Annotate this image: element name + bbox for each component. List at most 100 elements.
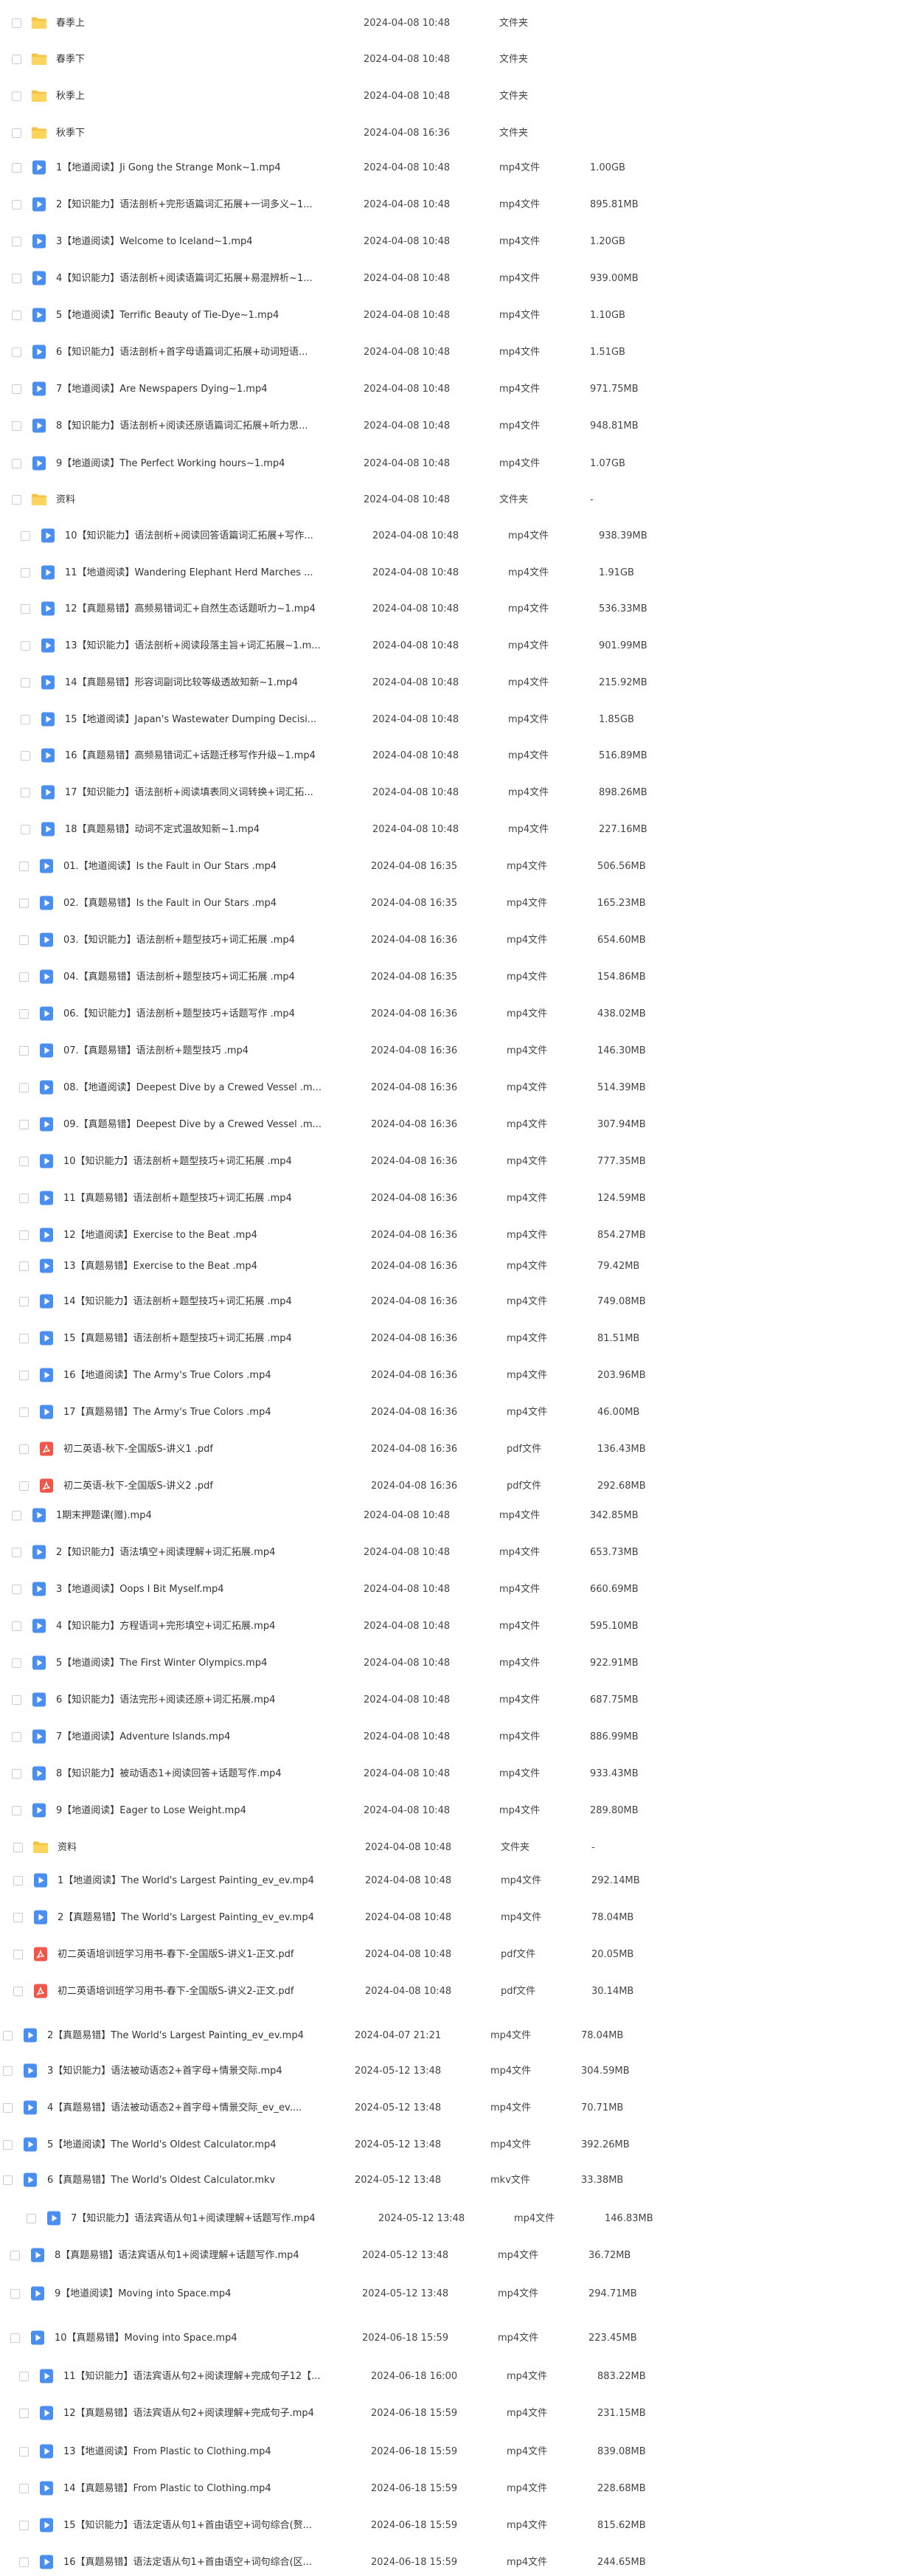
file-row[interactable]: 7【地道阅读】Adventure Islands.mp4 2024-04-08 1… <box>0 1726 924 1748</box>
row-checkbox[interactable] <box>12 459 21 468</box>
file-name[interactable]: 10【知识能力】语法剖析+阅读回答语篇词汇拓展+写作... <box>65 530 313 542</box>
row-checkbox[interactable] <box>3 2031 13 2040</box>
row-checkbox[interactable] <box>21 604 30 614</box>
file-name[interactable]: 初二英语-秋下-全国版S-讲义1 .pdf <box>63 1444 213 1455</box>
file-row[interactable]: 9【地道阅读】Eager to Lose Weight.mp4 2024-04-0… <box>0 1800 924 1822</box>
file-row[interactable]: 14【知识能力】语法剖析+题型技巧+词汇拓展 .mp4 2024-04-08 16… <box>0 1291 924 1313</box>
file-row[interactable]: 14【真题易错】形容词副词比较等级透故知新~1.mp4 2024-04-08 10… <box>0 672 924 694</box>
file-name[interactable]: 初二英语培训班学习用书-春下-全国版S-讲义2-正文.pdf <box>58 1986 294 1998</box>
file-name[interactable]: 8【真题易错】语法宾语从句1+阅读理解+话题写作.mp4 <box>55 2250 299 2262</box>
row-checkbox[interactable] <box>19 1083 29 1093</box>
row-checkbox[interactable] <box>19 1297 29 1306</box>
file-row[interactable]: 资料 2024-04-08 10:48 文件夹 - <box>0 1837 924 1859</box>
file-row[interactable]: 6【知识能力】语法完形+阅读还原+词汇拓展.mp4 2024-04-08 10:4… <box>0 1689 924 1711</box>
file-name[interactable]: 15【地道阅读】Japan's Wastewater Dumping Decis… <box>65 714 316 726</box>
file-name[interactable]: 8【知识能力】语法剖析+阅读还原语篇词汇拓展+听力思... <box>56 420 308 432</box>
file-row[interactable]: 1【地道阅读】Ji Gong the Strange Monk~1.mp4 202… <box>0 157 924 179</box>
row-checkbox[interactable] <box>21 825 30 834</box>
file-row[interactable]: 初二英语-秋下-全国版S-讲义1 .pdf 2024-04-08 16:36 pdf… <box>0 1438 924 1461</box>
file-row[interactable]: 2【知识能力】语法填空+阅读理解+词汇拓展.mp4 2024-04-08 10:4… <box>0 1542 924 1564</box>
row-checkbox[interactable] <box>21 641 30 651</box>
file-name[interactable]: 初二英语-秋下-全国版S-讲义2 .pdf <box>63 1481 213 1492</box>
row-checkbox[interactable] <box>13 1876 23 1886</box>
row-checkbox[interactable] <box>19 2521 29 2530</box>
row-checkbox[interactable] <box>12 1658 21 1668</box>
file-row[interactable]: 秋季下 2024-04-08 16:36 文件夹 <box>0 122 924 145</box>
file-name[interactable]: 10【真题易错】Moving into Space.mp4 <box>55 2333 237 2344</box>
file-row[interactable]: 资料 2024-04-08 10:48 文件夹 - <box>0 489 924 511</box>
row-checkbox[interactable] <box>19 2372 29 2381</box>
file-row[interactable]: 3【地道阅读】Oops I Bit Myself.mp4 2024-04-08 1… <box>0 1579 924 1601</box>
row-checkbox[interactable] <box>13 1913 23 1922</box>
file-name[interactable]: 18【真题易错】动词不定式温故知新~1.mp4 <box>65 824 260 836</box>
row-checkbox[interactable] <box>12 1769 21 1779</box>
row-checkbox[interactable] <box>12 163 21 173</box>
file-name[interactable]: 01.【地道阅读】Is the Fault in Our Stars .mp4 <box>63 861 277 873</box>
file-name[interactable]: 2【知识能力】语法填空+阅读理解+词汇拓展.mp4 <box>56 1547 275 1559</box>
row-checkbox[interactable] <box>21 568 30 578</box>
file-row[interactable]: 16【真题易错】高频易错词汇+话题迁移写作升级~1.mp4 2024-04-08 … <box>0 745 924 767</box>
row-checkbox[interactable] <box>19 2447 29 2456</box>
file-name[interactable]: 秋季上 <box>56 91 85 103</box>
file-row[interactable]: 2【真题易错】The World's Largest Painting_ev_e… <box>0 2025 924 2047</box>
file-row[interactable]: 9【地道阅读】Moving into Space.mp4 2024-05-12 1… <box>0 2283 924 2305</box>
row-checkbox[interactable] <box>12 128 21 138</box>
row-checkbox[interactable] <box>12 18 21 28</box>
file-row[interactable]: 6【真题易错】The World's Oldest Calculator.mkv… <box>0 2170 924 2192</box>
row-checkbox[interactable] <box>12 1511 21 1520</box>
file-row[interactable]: 7【知识能力】语法宾语从句1+阅读理解+话题写作.mp4 2024-05-12 1… <box>0 2208 924 2230</box>
row-checkbox[interactable] <box>12 495 21 505</box>
file-name[interactable]: 12【地道阅读】Exercise to the Beat .mp4 <box>63 1230 257 1242</box>
row-checkbox[interactable] <box>12 1548 21 1557</box>
row-checkbox[interactable] <box>12 1695 21 1705</box>
file-row[interactable]: 9【地道阅读】The Perfect Working hours~1.mp4 20… <box>0 453 924 475</box>
file-row[interactable]: 13【知识能力】语法剖析+阅读段落主旨+词汇拓展~1.m... 2024-04-0… <box>0 635 924 657</box>
row-checkbox[interactable] <box>12 55 21 64</box>
row-checkbox[interactable] <box>19 972 29 982</box>
row-checkbox[interactable] <box>10 2333 20 2343</box>
file-row[interactable]: 11【地道阅读】Wandering Elephant Herd Marches … <box>0 562 924 584</box>
row-checkbox[interactable] <box>12 1732 21 1742</box>
row-checkbox[interactable] <box>19 899 29 908</box>
file-name[interactable]: 16【地道阅读】The Army's True Colors .mp4 <box>63 1370 271 1382</box>
file-row[interactable]: 08.【地道阅读】Deepest Dive by a Crewed Vessel… <box>0 1077 924 1099</box>
file-row[interactable]: 5【地道阅读】The World's Oldest Calculator.mp4… <box>0 2134 924 2156</box>
row-checkbox[interactable] <box>19 862 29 871</box>
row-checkbox[interactable] <box>12 237 21 246</box>
file-name[interactable]: 12【真题易错】语法宾语从句2+阅读理解+完成句子.mp4 <box>63 2408 314 2420</box>
file-row[interactable]: 4【知识能力】语法剖析+阅读语篇词汇拓展+易混辨析~1... 2024-04-08… <box>0 268 924 290</box>
row-checkbox[interactable] <box>12 421 21 431</box>
file-name[interactable]: 11【真题易错】语法剖析+题型技巧+词汇拓展 .mp4 <box>63 1193 292 1205</box>
file-row[interactable]: 3【知识能力】语法被动语态2+首字母+情景交际.mp4 2024-05-12 13… <box>0 2060 924 2082</box>
row-checkbox[interactable] <box>12 91 21 101</box>
file-name[interactable]: 6【知识能力】语法剖析+首字母语篇词汇拓展+动词短语... <box>56 347 308 359</box>
file-row[interactable]: 06.【知识能力】语法剖析+题型技巧+话题写作 .mp4 2024-04-08 1… <box>0 1003 924 1025</box>
file-name[interactable]: 4【知识能力】方程语词+完形填空+词汇拓展.mp4 <box>56 1621 275 1632</box>
file-name[interactable]: 春季上 <box>56 18 85 30</box>
file-name[interactable]: 1【地道阅读】The World's Largest Painting_ev_e… <box>58 1875 314 1887</box>
file-row[interactable]: 5【地道阅读】Terrific Beauty of Tie-Dye~1.mp4 2… <box>0 305 924 327</box>
row-checkbox[interactable] <box>3 2175 13 2185</box>
file-name[interactable]: 17【知识能力】语法剖析+阅读填表同义词转换+词汇拓... <box>65 787 313 799</box>
row-checkbox[interactable] <box>21 788 30 797</box>
file-row[interactable]: 8【知识能力】语法剖析+阅读还原语篇词汇拓展+听力思... 2024-04-08 … <box>0 415 924 437</box>
row-checkbox[interactable] <box>3 2066 13 2076</box>
file-row[interactable]: 10【知识能力】语法剖析+阅读回答语篇词汇拓展+写作... 2024-04-08 … <box>0 525 924 547</box>
file-name[interactable]: 9【地道阅读】The Perfect Working hours~1.mp4 <box>56 458 285 470</box>
row-checkbox[interactable] <box>3 2103 13 2113</box>
file-row[interactable]: 03.【知识能力】语法剖析+题型技巧+词汇拓展 .mp4 2024-04-08 1… <box>0 929 924 952</box>
file-name[interactable]: 3【知识能力】语法被动语态2+首字母+情景交际.mp4 <box>47 2066 282 2077</box>
file-row[interactable]: 11【真题易错】语法剖析+题型技巧+词汇拓展 .mp4 2024-04-08 16… <box>0 1188 924 1210</box>
row-checkbox[interactable] <box>19 1408 29 1417</box>
file-name[interactable]: 秋季下 <box>56 128 85 139</box>
file-row[interactable]: 15【真题易错】语法剖析+题型技巧+词汇拓展 .mp4 2024-04-08 16… <box>0 1328 924 1350</box>
row-checkbox[interactable] <box>12 311 21 320</box>
row-checkbox[interactable] <box>12 384 21 394</box>
file-name[interactable]: 7【地道阅读】Adventure Islands.mp4 <box>56 1731 230 1743</box>
row-checkbox[interactable] <box>19 1194 29 1203</box>
row-checkbox[interactable] <box>19 2558 29 2567</box>
file-row[interactable]: 04.【真题易错】语法剖析+题型技巧+词汇拓展 .mp4 2024-04-08 1… <box>0 966 924 988</box>
file-row[interactable]: 02.【真题易错】Is the Fault in Our Stars .mp4 2… <box>0 893 924 915</box>
file-name[interactable]: 17【真题易错】The Army's True Colors .mp4 <box>63 1407 271 1419</box>
file-name[interactable]: 12【真题易错】高频易错词汇+自然生态话题听力~1.mp4 <box>65 603 316 615</box>
